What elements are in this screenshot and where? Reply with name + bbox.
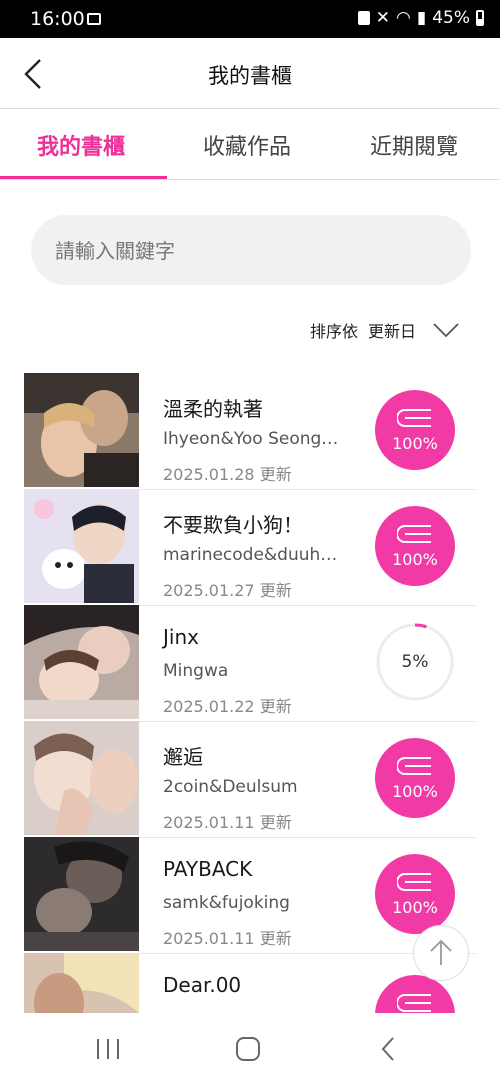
list-item[interactable]: 不要欺負小狗！ marinecode&duuh… 2025.01.27 更新 1…	[24, 489, 476, 606]
battery-saver-icon	[357, 11, 370, 25]
sort-value[interactable]: 更新日	[368, 318, 416, 342]
item-date: 2025.01.27 更新	[163, 581, 292, 600]
mute-icon: ✕	[375, 8, 390, 28]
item-author: Mingwa	[163, 661, 229, 681]
active-tab-indicator	[0, 176, 167, 179]
battery-icon	[476, 10, 484, 26]
item-date: 2025.01.11 更新	[163, 929, 292, 948]
progress-badge[interactable]: 100%	[375, 506, 455, 586]
list-item[interactable]: 溫柔的執著 Ihyeon&Yoo Seong… 2025.01.28 更新 10…	[24, 373, 476, 490]
item-title: Dear.00	[163, 973, 242, 997]
back-icon[interactable]	[379, 1036, 397, 1062]
arrow-up-icon	[430, 939, 452, 965]
gallery-notification-icon	[87, 13, 101, 25]
cover-thumbnail[interactable]	[24, 373, 139, 487]
scroll-to-top-button[interactable]	[413, 925, 469, 981]
list-item[interactable]: 邂逅 2coin&Deulsum 2025.01.11 更新 100%	[24, 721, 476, 838]
cover-thumbnail[interactable]	[24, 605, 139, 719]
book-icon	[397, 757, 431, 775]
item-author: marinecode&duuh…	[163, 545, 338, 565]
progress-percent: 100%	[392, 898, 438, 917]
recent-apps-icon[interactable]	[95, 1037, 121, 1061]
book-icon	[397, 525, 431, 543]
tab-bar: 我的書櫃 收藏作品 近期閱覽	[0, 109, 500, 180]
item-title: 溫柔的執著	[163, 397, 263, 421]
progress-badge[interactable]: 100%	[375, 390, 455, 470]
chevron-down-icon[interactable]	[432, 322, 460, 338]
list-item[interactable]: Jinx Mingwa 2025.01.22 更新 5%	[24, 605, 476, 722]
sort-control[interactable]: 排序依 更新日	[310, 318, 460, 342]
status-bar: 16:00 ✕ ◠ ▮ 45%	[0, 0, 500, 38]
status-icons: ✕ ◠ ▮ 45%	[357, 8, 484, 28]
progress-ring[interactable]: 5%	[375, 622, 455, 702]
book-icon	[397, 409, 431, 427]
progress-percent: 5%	[401, 652, 429, 672]
item-date: 2025.01.22 更新	[163, 697, 292, 716]
app-header: 我的書櫃	[0, 38, 500, 109]
page-title: 我的書櫃	[208, 64, 292, 88]
item-date: 2025.01.11 更新	[163, 813, 292, 832]
item-title: 不要欺負小狗！	[163, 513, 303, 537]
book-icon	[397, 994, 431, 1012]
cover-thumbnail[interactable]	[24, 837, 139, 951]
tab-favorites[interactable]: 收藏作品	[203, 129, 291, 161]
signal-icon: ▮	[416, 8, 427, 28]
item-title: PAYBACK	[163, 857, 253, 881]
home-icon[interactable]	[235, 1036, 261, 1062]
search-box	[31, 215, 471, 287]
status-time: 16:00	[30, 8, 85, 30]
item-author: Ihyeon&Yoo Seong…	[163, 429, 339, 449]
item-title: Jinx	[163, 625, 199, 649]
cover-thumbnail[interactable]	[24, 721, 139, 835]
cover-thumbnail[interactable]	[24, 489, 139, 603]
tab-recent[interactable]: 近期閱覽	[370, 129, 458, 161]
list-item[interactable]: PAYBACK samk&fujoking 2025.01.11 更新 100%	[24, 837, 476, 954]
book-icon	[397, 873, 431, 891]
progress-percent: 100%	[392, 550, 438, 569]
item-date: 2025.01.28 更新	[163, 465, 292, 484]
progress-percent: 100%	[392, 782, 438, 801]
progress-percent: 100%	[392, 434, 438, 453]
progress-badge[interactable]: 100%	[375, 854, 455, 934]
wifi-icon: ◠	[396, 8, 411, 28]
sort-label: 排序依	[309, 322, 358, 341]
item-author: 2coin&Deulsum	[163, 777, 298, 797]
progress-badge[interactable]: 100%	[375, 738, 455, 818]
battery-percent: 45%	[432, 8, 470, 28]
system-nav-bar	[0, 1013, 500, 1083]
search-input[interactable]	[53, 215, 447, 287]
tab-my-bookshelf[interactable]: 我的書櫃	[37, 129, 125, 161]
item-author: samk&fujoking	[163, 893, 290, 913]
item-title: 邂逅	[163, 745, 203, 769]
